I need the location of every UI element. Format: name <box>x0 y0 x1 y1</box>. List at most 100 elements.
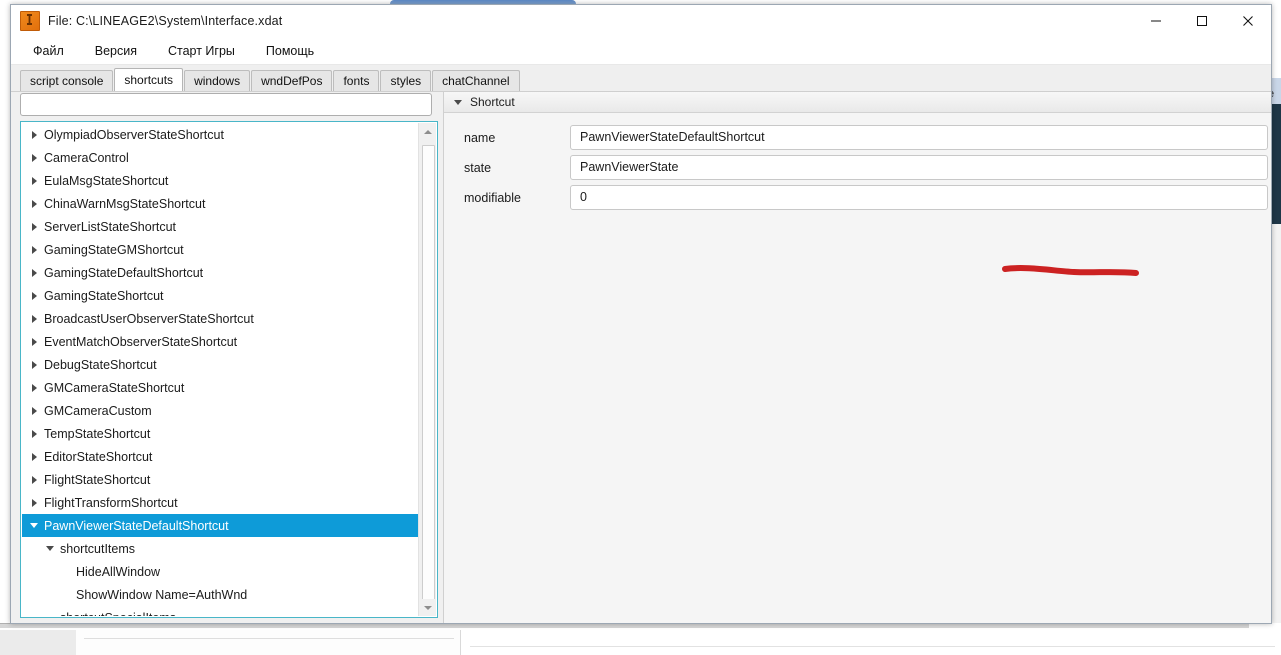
window-title: File: C:\LINEAGE2\System\Interface.xdat <box>48 14 283 28</box>
main-content: OlympiadObserverStateShortcut CameraContr… <box>11 92 1271 623</box>
expand-arrow-icon[interactable] <box>28 169 40 192</box>
tree-item-label: BroadcastUserObserverStateShortcut <box>44 311 254 326</box>
tab-chatchannel[interactable]: chatChannel <box>432 70 520 91</box>
collapse-arrow-icon[interactable] <box>44 537 56 560</box>
field-row-modifiable: modifiable 0 <box>444 185 1271 215</box>
tree-item-label: ShowWindow Name=AuthWnd <box>76 587 248 602</box>
background-bottom-column-1 <box>76 630 461 655</box>
triangle-right-icon <box>31 268 37 277</box>
red-underline-marker <box>1002 265 1139 276</box>
field-label-modifiable: modifiable <box>464 191 521 205</box>
tree-item[interactable]: GamingStateShortcut <box>22 284 419 307</box>
triangle-right-icon <box>31 314 37 323</box>
expand-arrow-icon[interactable] <box>28 284 40 307</box>
field-label-name: name <box>464 131 496 145</box>
tab-styles[interactable]: styles <box>380 70 432 91</box>
tab-script-console[interactable]: script console <box>20 70 114 91</box>
tree-item-label: shortcutSpecialItems <box>56 611 176 617</box>
field-input-name[interactable]: PawnViewerStateDefaultShortcut <box>570 125 1268 150</box>
tree-item[interactable]: HideAllWindow <box>22 560 419 583</box>
expand-arrow-icon[interactable] <box>28 146 40 169</box>
expand-arrow-icon[interactable] <box>28 330 40 353</box>
triangle-right-icon <box>31 291 37 300</box>
tab-shortcuts[interactable]: shortcuts <box>114 68 184 91</box>
triangle-right-icon <box>31 406 37 415</box>
minimize-icon <box>1151 20 1161 22</box>
triangle-right-icon <box>31 452 37 461</box>
tree-item[interactable]: GamingStateDefaultShortcut <box>22 261 419 284</box>
background-bottom-left-panel <box>0 630 76 655</box>
tree-item[interactable]: GMCameraStateShortcut <box>22 376 419 399</box>
tree-item-label: EditorStateShortcut <box>44 449 153 464</box>
expand-arrow-icon[interactable] <box>28 192 40 215</box>
tree-item[interactable]: GamingStateGMShortcut <box>22 238 419 261</box>
expand-arrow-icon[interactable] <box>28 353 40 376</box>
tree-item-label: OlympiadObserverStateShortcut <box>44 127 224 142</box>
tab-wnddefpos[interactable]: wndDefPos <box>251 70 333 91</box>
triangle-right-icon <box>31 360 37 369</box>
tree-item[interactable]: CameraControl <box>22 146 419 169</box>
tab-windows[interactable]: windows <box>184 70 251 91</box>
tree-item[interactable]: ServerListStateShortcut <box>22 215 419 238</box>
field-input-modifiable[interactable]: 0 <box>570 185 1268 210</box>
field-label-state: state <box>464 161 492 175</box>
field-row-name: name PawnViewerStateDefaultShortcut <box>444 125 1271 155</box>
expand-arrow-icon[interactable] <box>28 445 40 468</box>
tree-item[interactable]: PawnViewerStateDefaultShortcut <box>22 514 419 537</box>
tree-item[interactable]: TempStateShortcut <box>22 422 419 445</box>
expand-arrow-icon[interactable] <box>28 399 40 422</box>
scrollbar-thumb[interactable] <box>422 145 435 602</box>
tree-item[interactable]: FlightTransformShortcut <box>22 491 419 514</box>
filter-input[interactable] <box>20 93 432 116</box>
expand-arrow-icon[interactable] <box>28 422 40 445</box>
maximize-icon <box>1197 16 1207 26</box>
tree-item-label: ServerListStateShortcut <box>44 219 177 234</box>
expand-arrow-icon[interactable] <box>28 215 40 238</box>
tree-item-label: GamingStateShortcut <box>44 288 164 303</box>
tree-item[interactable]: EulaMsgStateShortcut <box>22 169 419 192</box>
tree-item[interactable]: ShowWindow Name=AuthWnd <box>22 583 419 606</box>
scroll-down-button[interactable] <box>419 599 436 616</box>
scroll-up-button[interactable] <box>419 123 436 140</box>
expand-arrow-icon[interactable] <box>28 491 40 514</box>
triangle-right-icon <box>31 245 37 254</box>
tree-item[interactable]: ChinaWarnMsgStateShortcut <box>22 192 419 215</box>
tree-item[interactable]: BroadcastUserObserverStateShortcut <box>22 307 419 330</box>
menu-item-version[interactable]: Версия <box>93 42 139 60</box>
tree-item[interactable]: shortcutItems <box>22 537 419 560</box>
tree-item[interactable]: EventMatchObserverStateShortcut <box>22 330 419 353</box>
property-group-header[interactable]: Shortcut <box>444 92 1271 113</box>
scroll-up-arrow-icon <box>423 129 432 134</box>
expand-arrow-icon[interactable] <box>28 261 40 284</box>
triangle-right-icon <box>31 498 37 507</box>
menu-item-file[interactable]: Файл <box>31 42 66 60</box>
maximize-button[interactable] <box>1179 5 1225 37</box>
menu-item-start-game[interactable]: Старт Игры <box>166 42 237 60</box>
minimize-button[interactable] <box>1133 5 1179 37</box>
tab-fonts[interactable]: fonts <box>333 70 380 91</box>
window-controls <box>1133 5 1271 37</box>
tree-view[interactable]: OlympiadObserverStateShortcut CameraContr… <box>20 121 438 618</box>
background-bottom-column-2 <box>461 630 1281 655</box>
expand-arrow-icon[interactable] <box>28 123 40 146</box>
expand-arrow-icon[interactable] <box>28 468 40 491</box>
close-button[interactable] <box>1225 5 1271 37</box>
tree-item-label: HideAllWindow <box>76 564 161 579</box>
expand-arrow-icon[interactable] <box>28 307 40 330</box>
tree-item[interactable]: EditorStateShortcut <box>22 445 419 468</box>
menu-item-help[interactable]: Помощь <box>264 42 316 60</box>
field-input-state[interactable]: PawnViewerState <box>570 155 1268 180</box>
scroll-down-arrow-icon <box>423 605 432 610</box>
expand-arrow-icon[interactable] <box>28 238 40 261</box>
triangle-right-icon <box>31 176 37 185</box>
tree-item[interactable]: FlightStateShortcut <box>22 468 419 491</box>
tree-scrollbar[interactable] <box>418 123 436 616</box>
collapse-arrow-icon[interactable] <box>28 514 40 537</box>
tree-item[interactable]: shortcutSpecialItems <box>22 606 419 617</box>
tree-item[interactable]: OlympiadObserverStateShortcut <box>22 123 419 146</box>
expand-arrow-icon[interactable] <box>28 376 40 399</box>
tree-item[interactable]: DebugStateShortcut <box>22 353 419 376</box>
tree-item[interactable]: GMCameraCustom <box>22 399 419 422</box>
tree-item-label: GamingStateGMShortcut <box>44 242 184 257</box>
property-group-title: Shortcut <box>470 95 515 109</box>
